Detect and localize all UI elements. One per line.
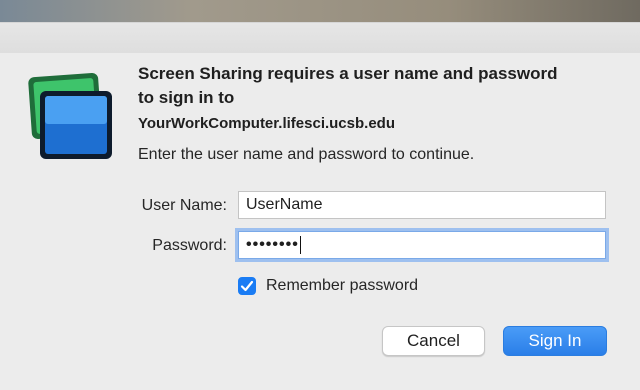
cancel-button[interactable]: Cancel <box>382 326 485 356</box>
sign-in-button[interactable]: Sign In <box>503 326 607 356</box>
host-name: YourWorkComputer.lifesci.ucsb.edu <box>138 115 395 132</box>
remember-password-label[interactable]: Remember password <box>266 277 418 295</box>
password-field[interactable]: •••••••• <box>238 231 606 259</box>
remember-password-checkbox[interactable] <box>238 277 256 295</box>
username-value: UserName <box>246 196 323 213</box>
username-field[interactable]: UserName <box>238 191 606 219</box>
instruction-text: Enter the user name and password to cont… <box>138 146 475 163</box>
dialog-top-edge <box>0 23 640 53</box>
screen-sharing-icon <box>28 73 112 159</box>
username-label: User Name: <box>141 197 227 214</box>
password-value: •••••••• <box>246 236 299 254</box>
login-dialog: Screen Sharing requires a user name and … <box>0 22 640 390</box>
checkmark-icon <box>240 280 254 292</box>
password-label: Password: <box>152 237 227 254</box>
text-caret <box>299 236 302 254</box>
dialog-heading: Screen Sharing requires a user name and … <box>138 64 558 107</box>
